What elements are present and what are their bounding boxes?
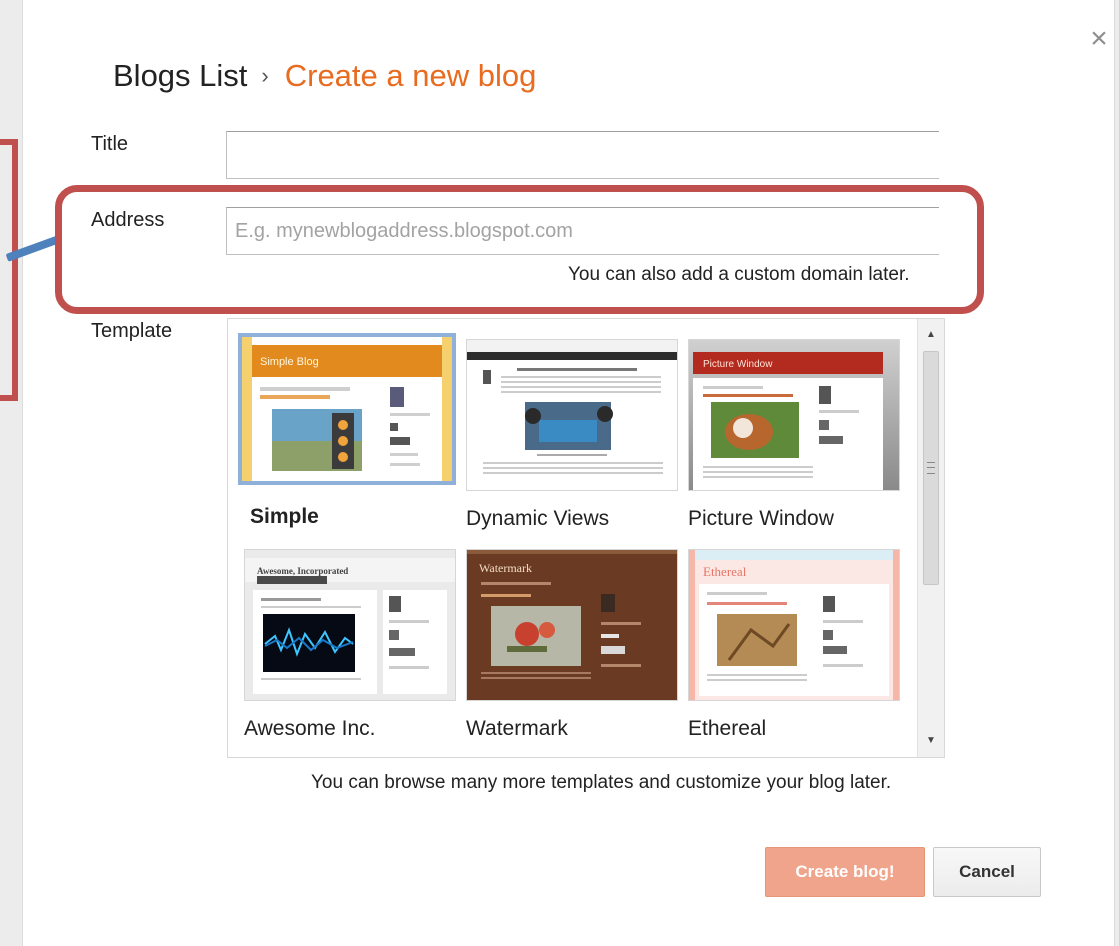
template-simple-thumbnail: Simple Blog bbox=[238, 333, 456, 485]
template-picture-window[interactable]: Picture Window Picture Window bbox=[688, 339, 900, 539]
template-ethereal-name: Ethereal bbox=[688, 717, 767, 740]
template-awesome-inc-thumbnail: Awesome, Incorporated bbox=[244, 549, 456, 701]
breadcrumb-separator-icon: › bbox=[261, 63, 269, 88]
template-ethereal-thumbnail: Ethereal bbox=[688, 549, 900, 701]
template-watermark-name: Watermark bbox=[466, 717, 568, 740]
title-input[interactable] bbox=[226, 131, 939, 179]
template-awesome-inc[interactable]: Awesome, Incorporated Awesome Inc. bbox=[244, 549, 456, 749]
template-simple-name: Simple bbox=[250, 505, 319, 528]
template-ethereal[interactable]: Ethereal Ethereal bbox=[688, 549, 900, 749]
scroll-down-arrow-icon[interactable]: ▼ bbox=[918, 731, 944, 751]
thumb-title-ethereal: Ethereal bbox=[703, 564, 747, 579]
template-picture-window-name: Picture Window bbox=[688, 507, 834, 530]
scroll-up-arrow-icon[interactable]: ▲ bbox=[918, 325, 944, 345]
address-highlight-box bbox=[55, 185, 984, 314]
template-awesome-inc-name: Awesome Inc. bbox=[244, 717, 376, 740]
create-blog-dialog: × Blogs List › Create a new blog Title Add… bbox=[22, 0, 1115, 946]
template-watermark-thumbnail: Watermark bbox=[466, 549, 678, 701]
page-title: Create a new blog bbox=[284, 58, 537, 93]
thumb-title-simple: Simple Blog bbox=[260, 356, 319, 368]
template-scrollbar[interactable]: ▲ ▼ bbox=[917, 319, 944, 757]
breadcrumb: Blogs List › Create a new blog bbox=[113, 56, 536, 99]
cancel-button[interactable]: Cancel bbox=[933, 847, 1041, 897]
template-dynamic-views[interactable]: Dynamic Views bbox=[466, 339, 678, 539]
scroll-thumb[interactable] bbox=[923, 351, 939, 585]
template-simple[interactable]: Simple Blog Simple bbox=[238, 333, 456, 539]
thumb-title-awesome: Awesome, Incorporated bbox=[257, 566, 348, 576]
breadcrumb-blogs-list[interactable]: Blogs List bbox=[113, 58, 247, 93]
thumb-title-picture-window: Picture Window bbox=[703, 359, 773, 370]
template-dynamic-views-name: Dynamic Views bbox=[466, 507, 610, 530]
template-label: Template bbox=[91, 320, 173, 342]
template-hint: You can browse many more templates and c… bbox=[311, 772, 892, 793]
template-watermark[interactable]: Watermark Watermark bbox=[466, 549, 678, 749]
close-icon[interactable]: × bbox=[1085, 24, 1113, 54]
scroll-grip-icon bbox=[927, 462, 935, 474]
title-label: Title bbox=[91, 133, 129, 155]
create-blog-button[interactable]: Create blog! bbox=[765, 847, 925, 897]
thumb-title-watermark: Watermark bbox=[479, 561, 532, 575]
template-gallery: Simple Blog Simple Dynamic Views Picture… bbox=[227, 318, 945, 758]
template-dynamic-views-thumbnail bbox=[466, 339, 678, 491]
annotation-bracket bbox=[0, 139, 18, 401]
template-picture-window-thumbnail: Picture Window bbox=[688, 339, 900, 491]
